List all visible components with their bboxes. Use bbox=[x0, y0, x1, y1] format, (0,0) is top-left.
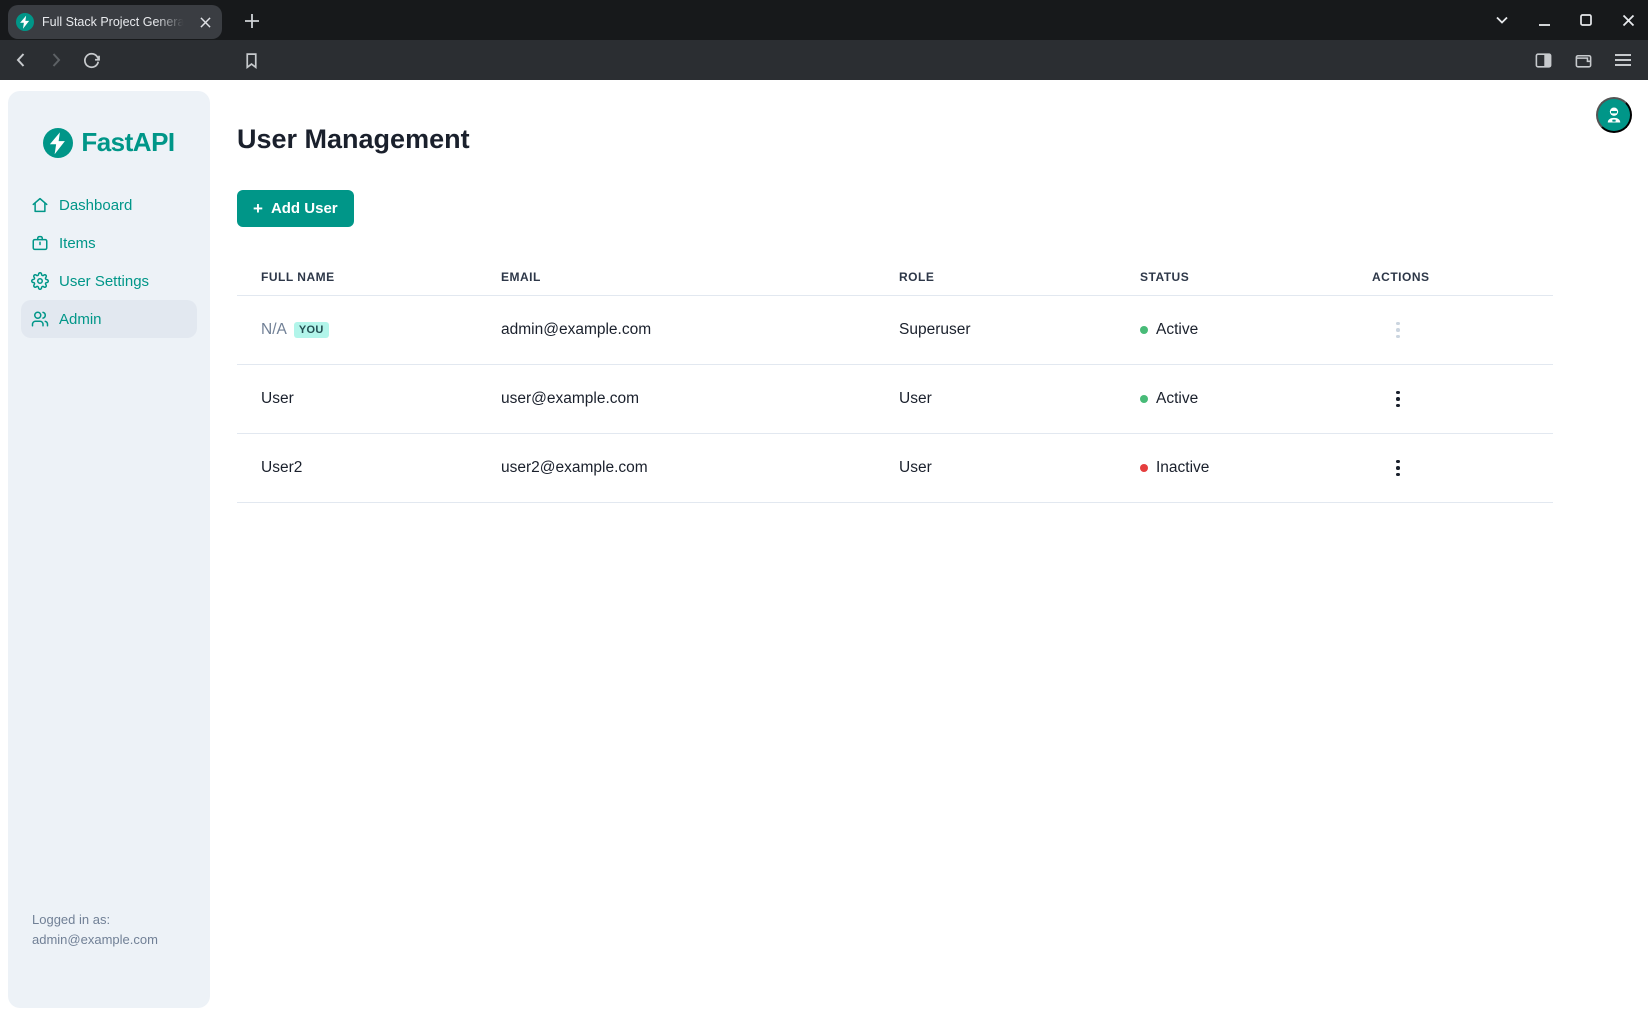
sidebar-item-user-settings[interactable]: User Settings bbox=[21, 262, 197, 300]
user-role: User bbox=[875, 459, 1116, 477]
browser-tab[interactable]: Full Stack Project Genera bbox=[8, 5, 222, 39]
forward-button[interactable] bbox=[45, 49, 67, 71]
sidebar: FastAPI Dashboard Items bbox=[8, 91, 210, 1008]
sidebar-item-label: Admin bbox=[59, 311, 102, 328]
home-icon bbox=[31, 196, 49, 214]
table-row: N/A YOU admin@example.com Superuser Acti… bbox=[237, 296, 1553, 365]
user-full-name: User bbox=[261, 390, 294, 408]
column-header-full-name: Full Name bbox=[237, 270, 477, 284]
sidebar-item-label: User Settings bbox=[59, 273, 149, 290]
column-header-status: Status bbox=[1116, 270, 1348, 284]
status-label: Active bbox=[1156, 390, 1198, 408]
user-role: Superuser bbox=[875, 321, 1116, 339]
back-button[interactable] bbox=[10, 49, 32, 71]
status-dot bbox=[1140, 395, 1148, 403]
row-actions-menu-icon[interactable] bbox=[1386, 456, 1410, 480]
sidebar-item-label: Items bbox=[59, 235, 96, 252]
table-header-row: Full Name Email Role Status Actions bbox=[237, 258, 1553, 296]
user-role: User bbox=[875, 390, 1116, 408]
column-header-email: Email bbox=[477, 270, 875, 284]
page-title: User Management bbox=[237, 124, 470, 155]
sidebar-item-dashboard[interactable]: Dashboard bbox=[21, 186, 197, 224]
close-window-button[interactable] bbox=[1620, 12, 1636, 28]
logged-in-label: Logged in as: bbox=[32, 910, 158, 930]
table-row: User2 user2@example.com User Inactive bbox=[237, 434, 1553, 503]
browser-toolbar: localhost/admin bbox=[0, 40, 1648, 80]
user-email: user@example.com bbox=[477, 390, 875, 408]
sidebar-item-items[interactable]: Items bbox=[21, 224, 197, 262]
menu-icon[interactable] bbox=[1612, 49, 1634, 71]
logged-in-info: Logged in as: admin@example.com bbox=[32, 910, 158, 950]
user-full-name: User2 bbox=[261, 459, 302, 477]
bookmark-icon[interactable] bbox=[240, 49, 262, 71]
sidebar-item-label: Dashboard bbox=[59, 197, 132, 214]
table-row: User user@example.com User Active bbox=[237, 365, 1553, 434]
fastapi-favicon-icon bbox=[16, 13, 34, 31]
you-badge: YOU bbox=[294, 322, 329, 338]
browser-window: Full Stack Project Genera bbox=[0, 0, 1648, 1025]
fastapi-logo-icon bbox=[43, 128, 73, 158]
add-user-label: Add User bbox=[271, 200, 338, 217]
briefcase-icon bbox=[31, 234, 49, 252]
user-full-name: N/A bbox=[261, 321, 287, 339]
new-tab-button[interactable] bbox=[238, 7, 266, 35]
plus-icon: + bbox=[253, 200, 263, 217]
tab-search-chevron-icon[interactable] bbox=[1494, 12, 1510, 28]
logo-text: FastAPI bbox=[81, 127, 174, 158]
astronaut-icon bbox=[1604, 105, 1624, 125]
status-label: Active bbox=[1156, 321, 1198, 339]
sidebar-toggle-icon[interactable] bbox=[1532, 49, 1554, 71]
wallet-icon[interactable] bbox=[1572, 49, 1594, 71]
status-label: Inactive bbox=[1156, 459, 1209, 477]
sidebar-item-admin[interactable]: Admin bbox=[21, 300, 197, 338]
users-icon bbox=[31, 310, 49, 328]
column-header-actions: Actions bbox=[1348, 270, 1553, 284]
sidebar-nav: Dashboard Items User Settings bbox=[8, 186, 210, 338]
column-header-role: Role bbox=[875, 270, 1116, 284]
status-dot bbox=[1140, 326, 1148, 334]
close-tab-icon[interactable] bbox=[196, 13, 214, 31]
user-email: admin@example.com bbox=[477, 321, 875, 339]
row-actions-menu-icon[interactable] bbox=[1386, 318, 1410, 342]
minimize-button[interactable] bbox=[1536, 12, 1552, 28]
status-dot bbox=[1140, 464, 1148, 472]
page-content: FastAPI Dashboard Items bbox=[0, 80, 1648, 1025]
user-avatar-button[interactable] bbox=[1596, 97, 1632, 133]
fastapi-logo: FastAPI bbox=[8, 127, 210, 158]
users-table: Full Name Email Role Status Actions N/A … bbox=[237, 258, 1553, 503]
maximize-button[interactable] bbox=[1578, 12, 1594, 28]
tab-title: Full Stack Project Genera bbox=[42, 15, 188, 29]
tab-strip: Full Stack Project Genera bbox=[0, 0, 1648, 40]
row-actions-menu-icon[interactable] bbox=[1386, 387, 1410, 411]
reload-button[interactable] bbox=[80, 49, 102, 71]
user-email: user2@example.com bbox=[477, 459, 875, 477]
gear-icon bbox=[31, 272, 49, 290]
add-user-button[interactable]: + Add User bbox=[237, 190, 354, 227]
logged-in-email: admin@example.com bbox=[32, 930, 158, 950]
